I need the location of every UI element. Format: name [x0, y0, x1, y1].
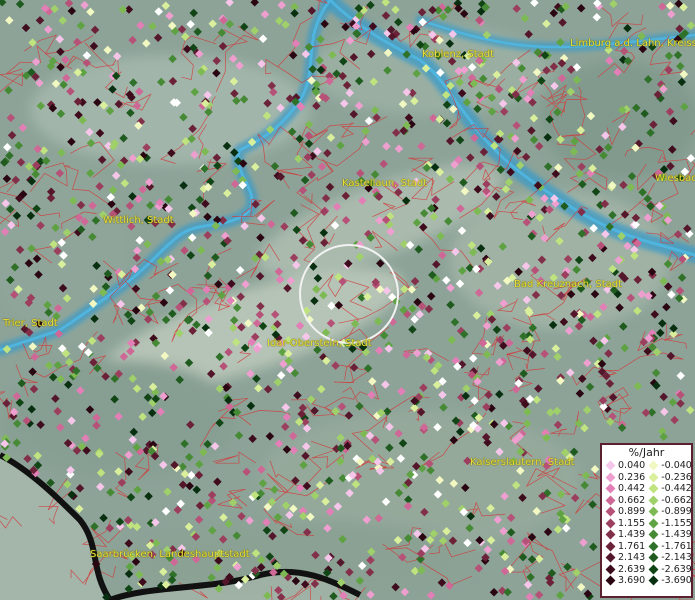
legend-swatch — [605, 552, 616, 563]
legend-value: -2.143 — [661, 552, 692, 563]
legend-swatch — [648, 472, 659, 483]
city-label-limburg: Limburg a.d. Lahn, Kreiss — [570, 38, 695, 49]
legend-swatch — [605, 472, 616, 483]
legend-swatch — [648, 541, 659, 552]
city-label-trier: Trier, Stadt — [3, 318, 58, 329]
legend-value: -0.236 — [661, 471, 692, 483]
legend-entry-positive: 3.690 — [602, 575, 645, 587]
legend-row: 2.143 -2.143 — [602, 552, 692, 564]
legend-row: 3.690 -3.690 — [602, 575, 692, 587]
legend-entry-negative: -2.143 — [645, 552, 692, 564]
legend-value: -0.442 — [661, 483, 692, 494]
legend-entry-negative: -2.639 — [645, 563, 692, 576]
legend-row: 0.040 -0.040 — [602, 460, 692, 472]
legend-entry-positive: 0.236 — [602, 472, 645, 484]
legend-value: -0.040 — [661, 460, 692, 471]
legend-value: 0.662 — [618, 494, 646, 506]
legend-swatch — [605, 483, 616, 494]
legend-value: 1.761 — [618, 540, 646, 552]
legend-row: 1.761 -1.761 — [602, 540, 692, 553]
legend-entry-positive: 2.143 — [602, 552, 645, 564]
legend-entry-negative: -3.690 — [645, 575, 692, 587]
city-label-wiesbaden: Wiesbad — [655, 173, 695, 184]
legend-value: 0.040 — [618, 460, 646, 471]
legend-swatch — [605, 506, 616, 517]
legend-value: 2.639 — [618, 563, 646, 575]
legend-entry-negative: -1.761 — [645, 540, 692, 553]
legend-entry-positive: 0.442 — [602, 483, 645, 495]
legend-swatch — [605, 575, 616, 586]
legend-row: 1.155 -1.155 — [602, 517, 692, 530]
map-view[interactable]: Koblenz, Stadt Limburg a.d. Lahn, Kreiss… — [0, 0, 695, 600]
legend-swatch — [648, 495, 659, 506]
legend-swatch — [648, 460, 659, 471]
legend-swatch — [648, 483, 659, 494]
legend-row: 2.639 -2.639 — [602, 563, 692, 576]
legend-entry-negative: -0.236 — [645, 471, 692, 484]
legend-value: 2.143 — [618, 552, 646, 563]
legend-entry-positive: 0.899 — [602, 506, 645, 518]
legend-value: -1.761 — [661, 540, 692, 552]
legend-value: -1.155 — [661, 517, 692, 529]
legend-row: 1.439 -1.439 — [602, 529, 692, 541]
legend-value: 0.899 — [618, 506, 646, 517]
legend-swatch — [605, 495, 616, 506]
city-label-kaiserslautern: Kaiserslautern, Stadt — [470, 457, 575, 468]
city-label-idar-oberstein: Idar-Oberstein, Stadt — [267, 338, 372, 349]
legend-entry-positive: 1.761 — [602, 541, 645, 553]
legend: %/Jahr 0.040 -0.040 0.236 -0.236 0.442 -0.442… — [600, 443, 693, 598]
legend-entry-positive: 1.155 — [602, 518, 645, 530]
city-label-wittlich: Wittlich, Stadt — [103, 215, 174, 226]
legend-value: 0.442 — [618, 483, 646, 494]
legend-swatch — [648, 575, 659, 586]
legend-swatch — [648, 529, 659, 540]
legend-entry-positive: 2.639 — [602, 564, 645, 576]
legend-value: 1.439 — [618, 529, 646, 540]
legend-entry-negative: -1.439 — [645, 529, 692, 541]
legend-swatch — [605, 518, 616, 529]
legend-entry-negative: -0.040 — [645, 460, 692, 472]
legend-row: 0.236 -0.236 — [602, 471, 692, 484]
legend-entry-positive: 0.662 — [602, 495, 645, 507]
city-label-saarbruecken: Saarbrücken, Landeshauptstadt — [90, 549, 250, 560]
legend-value: 0.236 — [618, 471, 646, 483]
legend-value: -3.690 — [661, 575, 692, 586]
legend-swatch — [648, 506, 659, 517]
legend-swatch — [605, 564, 616, 575]
city-label-kastellaun: Kastellaun, Stadt — [342, 178, 428, 189]
legend-entry-negative: -0.899 — [645, 506, 692, 518]
legend-value: -0.662 — [661, 494, 692, 506]
legend-value: -2.639 — [661, 563, 692, 575]
legend-title: %/Jahr — [628, 446, 665, 459]
legend-swatch — [605, 460, 616, 471]
legend-swatch — [605, 529, 616, 540]
legend-entry-negative: -0.442 — [645, 483, 692, 495]
legend-row: 0.662 -0.662 — [602, 494, 692, 507]
legend-swatch — [605, 541, 616, 552]
legend-value: -1.439 — [661, 529, 692, 540]
legend-value: 3.690 — [618, 575, 646, 586]
legend-row: 0.442 -0.442 — [602, 483, 692, 495]
legend-entry-negative: -1.155 — [645, 517, 692, 530]
legend-entry-negative: -0.662 — [645, 494, 692, 507]
legend-entry-positive: 1.439 — [602, 529, 645, 541]
map-canvas[interactable] — [0, 0, 695, 600]
legend-swatch — [648, 564, 659, 575]
legend-swatch — [648, 518, 659, 529]
legend-value: 1.155 — [618, 517, 646, 529]
legend-row: 0.899 -0.899 — [602, 506, 692, 518]
city-label-koblenz: Koblenz, Stadt — [422, 49, 495, 60]
legend-entry-positive: 0.040 — [602, 460, 645, 472]
legend-value: -0.899 — [661, 506, 692, 517]
legend-swatch — [648, 552, 659, 563]
city-label-bad-kreuznach: Bad Kreuznach, Stadt — [514, 279, 623, 290]
